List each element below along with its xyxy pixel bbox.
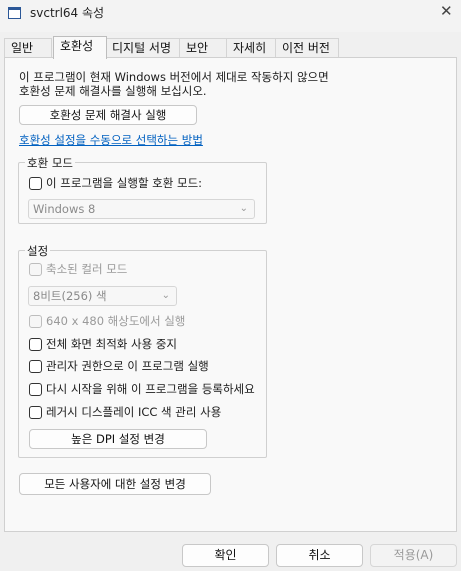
res-640x480-checkbox[interactable]: 640 x 480 해상도에서 실행 [29, 314, 249, 329]
app-window-icon [8, 7, 21, 19]
checkbox-box [29, 383, 42, 396]
change-all-users-button[interactable]: 모든 사용자에 대한 설정 변경 [19, 473, 211, 495]
run-as-admin-label: 관리자 권한으로 이 프로그램 실행 [46, 359, 209, 373]
disable-fullscreen-opt-checkbox[interactable]: 전체 화면 최적화 사용 중지 [29, 337, 259, 352]
os-version-select-value: Windows 8 [33, 202, 96, 216]
compat-mode-group: 호환 모드 이 프로그램을 실행할 호환 모드: Windows 8 ⌄ [18, 155, 267, 224]
compatibility-panel: 이 프로그램이 현재 Windows 버전에서 제대로 작동하지 않으면 호환성… [4, 57, 457, 532]
compat-mode-checkbox-label: 이 프로그램을 실행할 호환 모드: [46, 176, 203, 190]
chevron-down-icon: ⌄ [239, 203, 248, 214]
legacy-icc-label: 레거시 디스플레이 ICC 색 관리 사용 [46, 405, 222, 419]
checkbox-box [29, 315, 42, 328]
tab-previous-versions[interactable]: 이전 버전 [275, 38, 339, 58]
description-line-1: 이 프로그램이 현재 Windows 버전에서 제대로 작동하지 않으면 [19, 70, 329, 84]
settings-group: 설정 축소된 컬러 모드 8비트(256) 색 ⌄ 640 x 480 해상도에… [18, 243, 267, 458]
checkbox-box [29, 406, 42, 419]
compat-mode-group-label: 호환 모드 [25, 155, 75, 171]
reduced-color-label: 축소된 컬러 모드 [46, 262, 128, 276]
os-version-select[interactable]: Windows 8 ⌄ [28, 199, 255, 219]
cancel-button[interactable]: 취소 [276, 544, 363, 567]
checkbox-box [29, 360, 42, 373]
change-high-dpi-button[interactable]: 높은 DPI 설정 변경 [29, 429, 207, 449]
tab-general[interactable]: 일반 [4, 38, 52, 58]
checkbox-box [29, 338, 42, 351]
run-troubleshooter-button[interactable]: 호환성 문제 해결사 실행 [19, 105, 197, 125]
checkbox-box [29, 263, 42, 276]
run-as-admin-checkbox[interactable]: 관리자 권한으로 이 프로그램 실행 [29, 359, 259, 374]
color-depth-select[interactable]: 8비트(256) 색 ⌄ [28, 286, 177, 306]
register-restart-label: 다시 시작을 위해 이 프로그램을 등록하세요 [46, 382, 255, 396]
window-title: svctrl64 속성 [30, 6, 105, 20]
ok-button[interactable]: 확인 [182, 544, 269, 567]
res-640x480-label: 640 x 480 해상도에서 실행 [46, 314, 186, 328]
reduced-color-checkbox[interactable]: 축소된 컬러 모드 [29, 262, 229, 277]
legacy-icc-checkbox[interactable]: 레거시 디스플레이 ICC 색 관리 사용 [29, 405, 265, 420]
compat-mode-checkbox[interactable]: 이 프로그램을 실행할 호환 모드: [29, 176, 259, 191]
register-restart-checkbox[interactable]: 다시 시작을 위해 이 프로그램을 등록하세요 [29, 382, 265, 397]
chevron-down-icon: ⌄ [161, 290, 170, 301]
title-bar: svctrl64 속성 ✕ [0, 0, 461, 32]
tab-security[interactable]: 보안 [179, 38, 227, 58]
settings-group-label: 설정 [25, 243, 51, 259]
tab-details[interactable]: 자세히 [226, 38, 276, 58]
disable-fullscreen-opt-label: 전체 화면 최적화 사용 중지 [46, 337, 178, 351]
tab-compatibility[interactable]: 호환성 [53, 36, 107, 59]
tab-digital-signatures[interactable]: 디지털 서명 [105, 38, 180, 58]
manual-settings-link[interactable]: 호환성 설정을 수동으로 선택하는 방법 [19, 132, 203, 148]
close-icon[interactable]: ✕ [440, 2, 453, 20]
checkbox-box [29, 177, 42, 190]
apply-button[interactable]: 적용(A) [370, 544, 457, 567]
description-line-2: 호환성 문제 해결사를 실행해 보십시오. [19, 84, 207, 98]
color-depth-select-value: 8비트(256) 색 [33, 289, 107, 303]
